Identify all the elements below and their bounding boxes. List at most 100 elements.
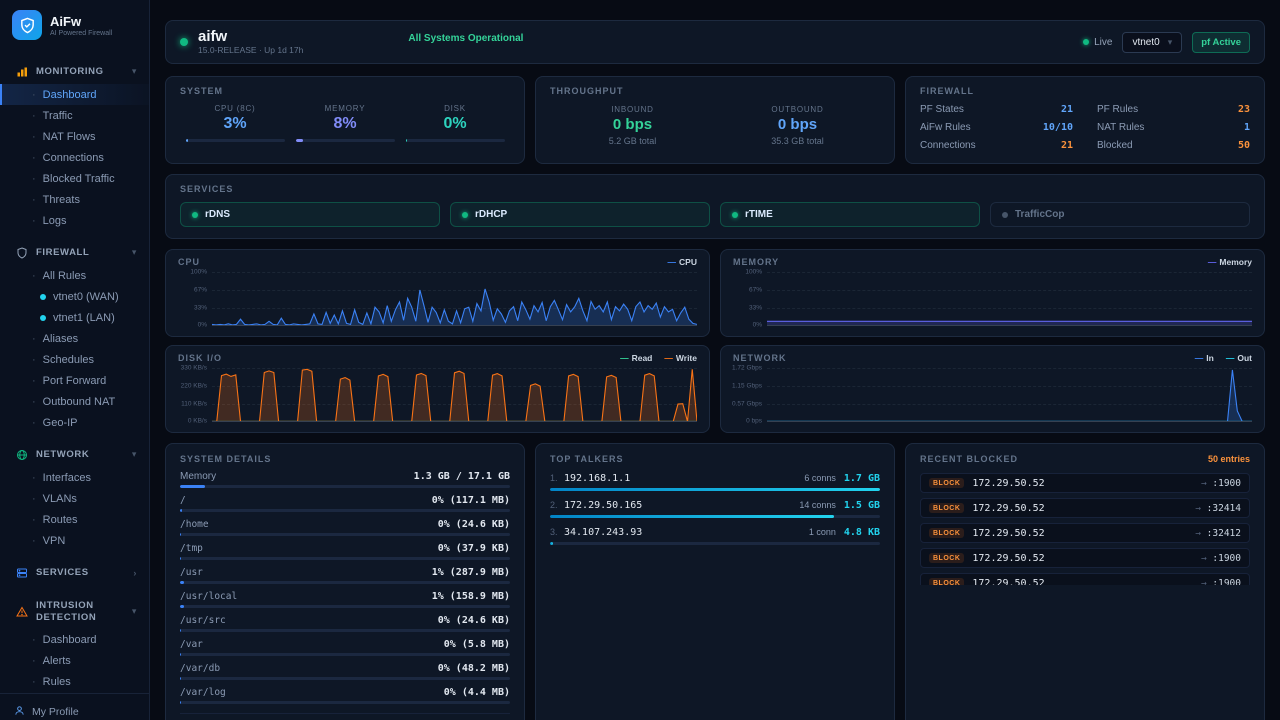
network-y-axis: 1.72 Gbps1.15 Gbps0.57 Gbps0 bps: [733, 366, 767, 422]
sidebar-footer: My Profile Logout: [0, 693, 149, 720]
item-label: Routes: [43, 514, 78, 526]
sidebar-item-vtnet1-lan[interactable]: vtnet1 (LAN): [0, 307, 149, 328]
fw-value: 50: [1238, 140, 1250, 151]
blocked-row[interactable]: BLOCK172.29.50.52:1900: [920, 573, 1250, 585]
service-pill-rdns[interactable]: rDNS: [180, 202, 440, 227]
blocked-list: BLOCK172.29.50.52:1900 BLOCK172.29.50.52…: [920, 473, 1250, 585]
sidebar-item-aliases[interactable]: Aliases: [0, 328, 149, 349]
network-line-chart: [767, 368, 1252, 421]
metric-label: DISK: [406, 104, 505, 113]
sidebar-item-vtnet0-wan[interactable]: vtnet0 (WAN): [0, 286, 149, 307]
talker-ip: 192.168.1.1: [564, 473, 630, 484]
item-label: NAT Flows: [43, 131, 96, 143]
legend-swatch: [664, 353, 673, 363]
charts-grid: CPU CPU 100%67%33%0% MEMORY Memory: [165, 249, 1265, 433]
legend-label: Write: [676, 353, 697, 363]
sidebar-item-connections[interactable]: Connections: [0, 147, 149, 168]
memory-usage-bar: [180, 485, 510, 488]
sidebar-item-routes[interactable]: Routes: [0, 509, 149, 530]
block-badge: BLOCK: [929, 553, 964, 563]
sidebar-item-port-forward[interactable]: Port Forward: [0, 370, 149, 391]
blocked-port: :32412: [1195, 528, 1241, 539]
sidebar-item-traffic[interactable]: Traffic: [0, 105, 149, 126]
blocked-ip: 172.29.50.52: [972, 553, 1044, 564]
fs-value: 0% (24.6 KB): [438, 615, 510, 626]
blocked-row[interactable]: BLOCK172.29.50.52:32412: [920, 523, 1250, 543]
sidebar-item-blocked-traffic[interactable]: Blocked Traffic: [0, 168, 149, 189]
sidebar-item-dashboard[interactable]: Dashboard: [0, 84, 149, 105]
interface-select[interactable]: vtnet0 ▾: [1122, 32, 1182, 53]
item-label: Alerts: [43, 655, 71, 667]
memory-line-chart: [767, 272, 1252, 325]
legend-memory: Memory: [1208, 257, 1252, 267]
sidebar-item-nat-flows[interactable]: NAT Flows: [0, 126, 149, 147]
fs-row: /0% (117.1 MB): [180, 495, 510, 512]
sidebar-section-intrusion-detection[interactable]: INTRUSION DETECTION ▾: [0, 593, 149, 630]
item-label: Outbound NAT: [43, 396, 116, 408]
service-pill-trafficcop[interactable]: TrafficCop: [990, 202, 1250, 227]
sidebar-item-geo-ip[interactable]: Geo-IP: [0, 412, 149, 433]
card-title: SERVICES: [180, 184, 1250, 194]
chevron-down-icon: ▾: [1168, 37, 1173, 48]
legend-write: Write: [664, 353, 697, 363]
fs-path: /usr: [180, 567, 203, 578]
section-label: SERVICES: [36, 567, 126, 579]
fw-value: 21: [1061, 104, 1073, 115]
service-status-dot: [462, 212, 468, 218]
sidebar-section-services[interactable]: SERVICES ›: [0, 559, 149, 585]
block-badge: BLOCK: [929, 503, 964, 513]
fs-value: 1% (287.9 MB): [432, 567, 510, 578]
fs-value: 0% (4.4 MB): [444, 687, 510, 698]
app-root: AiFw AI Powered Firewall MONITORING ▾ Da…: [0, 0, 1280, 720]
service-pill-rdhcp[interactable]: rDHCP: [450, 202, 710, 227]
sidebar-item-outbound-nat[interactable]: Outbound NAT: [0, 391, 149, 412]
fw-label: Blocked: [1097, 140, 1133, 151]
sidebar-section-network[interactable]: NETWORK ▾: [0, 441, 149, 467]
firewall-card: FIREWALL PF States21 PF Rules23 AiFw Rul…: [905, 76, 1265, 164]
legend-read: Read: [620, 353, 652, 363]
item-label: Geo-IP: [43, 417, 78, 429]
shield-icon: [16, 246, 29, 259]
pf-active-badge: pf Active: [1192, 32, 1250, 53]
blocked-ip: 172.29.50.52: [972, 528, 1044, 539]
sidebar-item-vlans[interactable]: VLANs: [0, 488, 149, 509]
sidebar-item-vpn[interactable]: VPN: [0, 530, 149, 551]
recent-blocked-card: RECENT BLOCKED 50 entries BLOCK172.29.50…: [905, 443, 1265, 720]
sidebar-item-interfaces[interactable]: Interfaces: [0, 467, 149, 488]
host-block: aifw 15.0-RELEASE · Up 1d 17h: [198, 29, 303, 56]
card-title: TOP TALKERS: [550, 454, 880, 464]
blocked-row[interactable]: BLOCK172.29.50.52:1900: [920, 548, 1250, 568]
fs-value: 1% (158.9 MB): [432, 591, 510, 602]
sidebar-section-firewall[interactable]: FIREWALL ▾: [0, 239, 149, 265]
card-title: THROUGHPUT: [550, 86, 880, 96]
item-label: Port Forward: [43, 375, 107, 387]
metric-label: CPU (8C): [186, 104, 285, 113]
online-status-dot: [180, 38, 188, 46]
sidebar-item-ids-rules[interactable]: Rules: [0, 672, 149, 693]
fs-value: 0% (48.2 MB): [438, 663, 510, 674]
fw-value: 23: [1238, 104, 1250, 115]
blocked-row[interactable]: BLOCK172.29.50.52:1900: [920, 473, 1250, 493]
legend-cpu: CPU: [668, 257, 697, 267]
service-name: TrafficCop: [1015, 209, 1064, 220]
my-profile-link[interactable]: My Profile: [0, 700, 149, 720]
sidebar-item-threats[interactable]: Threats: [0, 189, 149, 210]
talker-row: 1.192.168.1.16 conns1.7 GB: [550, 473, 880, 491]
talker-ip: 34.107.243.93: [564, 527, 642, 538]
sidebar-section-monitoring[interactable]: MONITORING ▾: [0, 58, 149, 84]
fs-path: /var/db: [180, 663, 220, 674]
blocked-row[interactable]: BLOCK172.29.50.52:32414: [920, 498, 1250, 518]
sidebar-item-ids-alerts[interactable]: Alerts: [0, 651, 149, 672]
sidebar-item-all-rules[interactable]: All Rules: [0, 265, 149, 286]
memory-y-axis: 100%67%33%0%: [733, 270, 767, 326]
bottom-row: SYSTEM DETAILS Memory1.3 GB / 17.1 GB /0…: [165, 443, 1265, 720]
sidebar-item-logs[interactable]: Logs: [0, 210, 149, 231]
fs-row: /usr 1% (287.9 MB): [180, 567, 510, 584]
footer-label: My Profile: [32, 706, 79, 718]
sidebar-item-schedules[interactable]: Schedules: [0, 349, 149, 370]
service-pill-rtime[interactable]: rTIME: [720, 202, 980, 227]
sidebar-item-ids-dashboard[interactable]: Dashboard: [0, 630, 149, 651]
fs-path: /usr/src: [180, 615, 226, 626]
disk-bar: [406, 139, 505, 142]
throughput-card: THROUGHPUT INBOUND 0 bps 5.2 GB total OU…: [535, 76, 895, 164]
